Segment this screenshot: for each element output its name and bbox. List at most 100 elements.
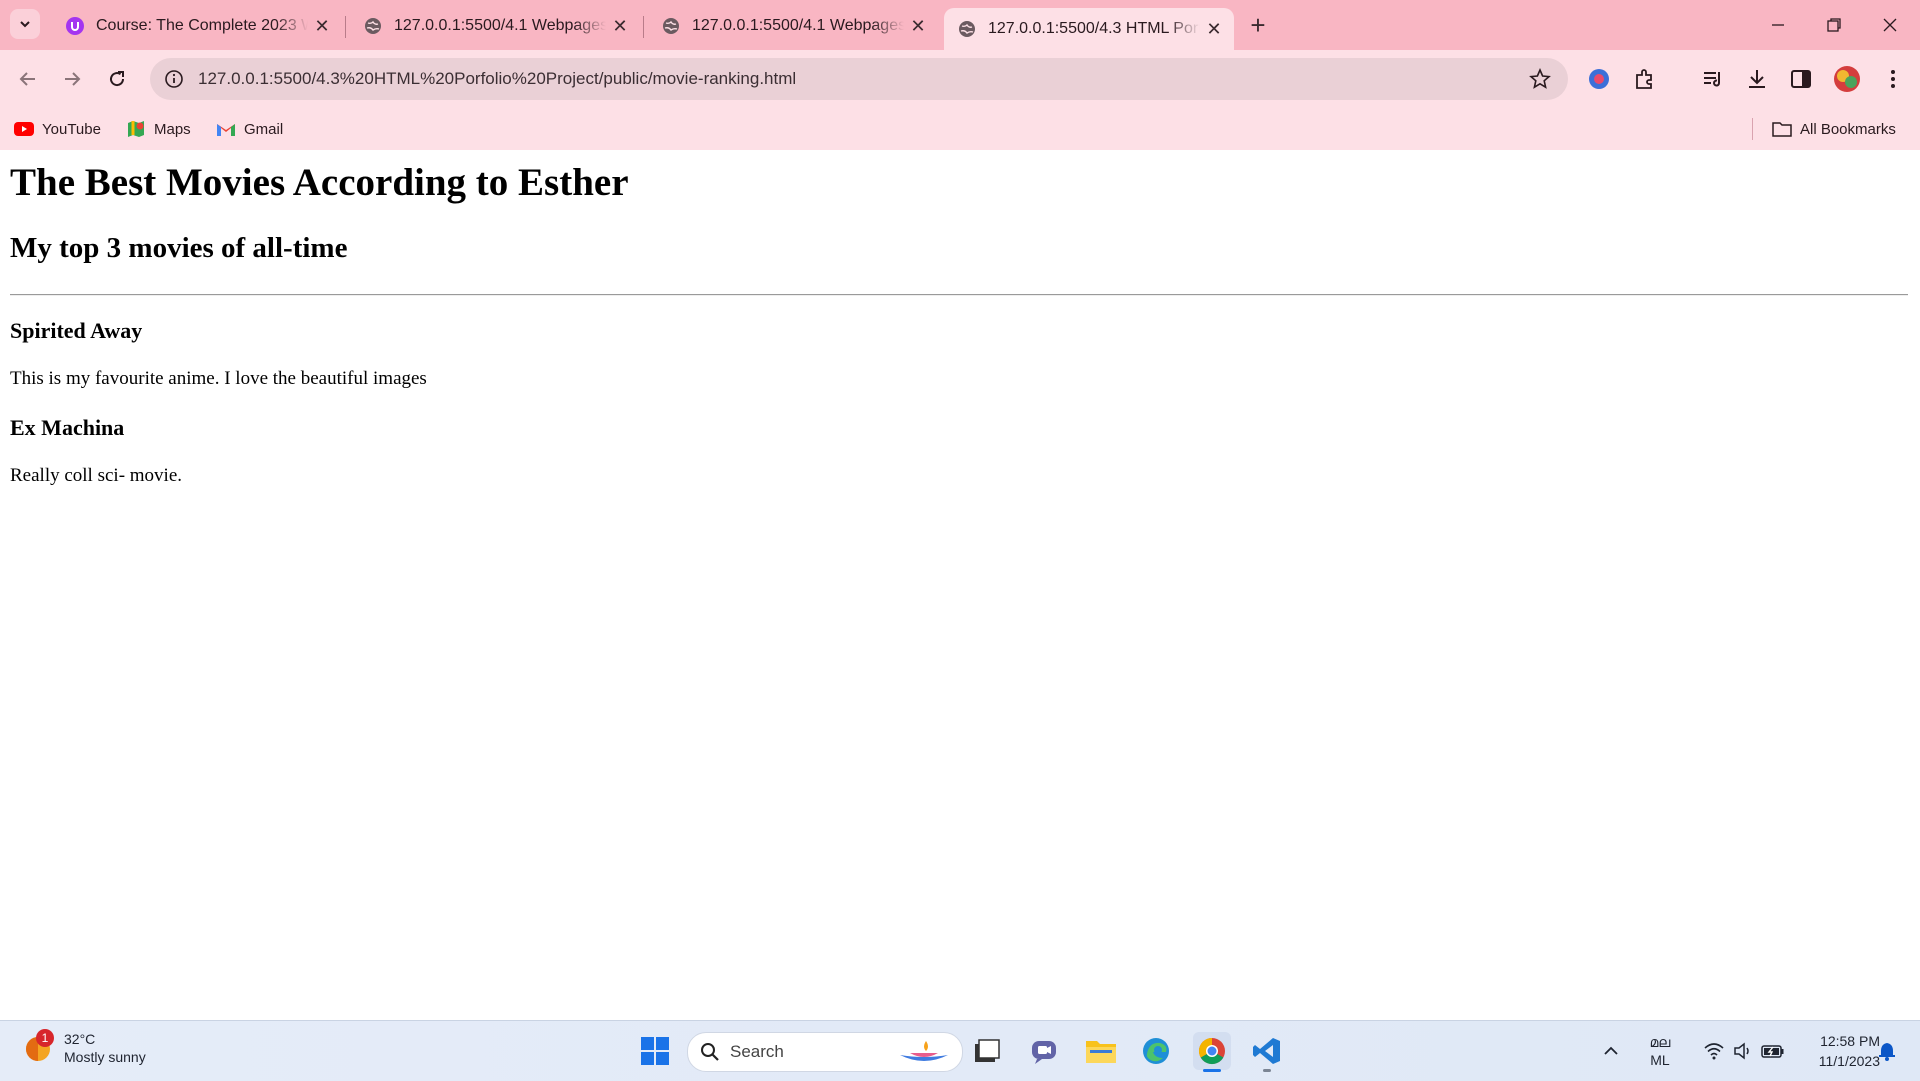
notifications-button[interactable] bbox=[1872, 1021, 1902, 1081]
chevron-down-icon bbox=[20, 21, 30, 28]
address-bar[interactable] bbox=[150, 58, 1568, 100]
tab-title: Course: The Complete 2023 Web Developmen… bbox=[96, 17, 308, 34]
gmail-icon bbox=[216, 119, 236, 139]
browser-toolbar bbox=[0, 50, 1920, 108]
tab-title: 127.0.0.1:5500/4.1 Webpages/p bbox=[692, 17, 904, 34]
close-tab-icon[interactable]: ✕ bbox=[606, 12, 634, 40]
bookmark-maps[interactable]: Maps bbox=[126, 116, 191, 142]
side-panel-icon[interactable] bbox=[1786, 64, 1816, 94]
bookmark-label: Maps bbox=[154, 120, 191, 138]
restore-icon bbox=[1827, 18, 1841, 32]
forward-button[interactable] bbox=[56, 63, 88, 95]
weather-widget[interactable]: 1 32°C Mostly sunny bbox=[22, 1029, 146, 1066]
bookmark-label: YouTube bbox=[42, 120, 101, 138]
chevron-up-icon bbox=[1604, 1046, 1618, 1055]
vscode-button[interactable] bbox=[1248, 1032, 1286, 1072]
back-button[interactable] bbox=[12, 63, 44, 95]
taskbar-search[interactable]: Search bbox=[687, 1032, 963, 1072]
search-icon bbox=[701, 1043, 719, 1061]
extensions-puzzle-icon[interactable] bbox=[1630, 64, 1660, 94]
tab-udemy-course[interactable]: Course: The Complete 2023 Web Developmen… bbox=[52, 6, 342, 46]
minimize-button[interactable] bbox=[1750, 0, 1806, 50]
start-button[interactable] bbox=[636, 1032, 674, 1070]
close-tab-icon[interactable]: ✕ bbox=[308, 12, 336, 40]
input-language-indicator[interactable]: മല ML bbox=[1638, 1021, 1682, 1081]
downloads-icon[interactable] bbox=[1742, 64, 1772, 94]
globe-icon bbox=[362, 15, 384, 37]
clock-time: 12:58 PM bbox=[1820, 1033, 1880, 1049]
maps-icon bbox=[126, 119, 146, 139]
movie-title: Spirited Away bbox=[10, 318, 143, 343]
task-view-button[interactable] bbox=[968, 1032, 1006, 1070]
edge-browser-button[interactable] bbox=[1137, 1032, 1175, 1070]
webpage-content: The Best Movies According to Esther My t… bbox=[0, 150, 1920, 1020]
divider bbox=[10, 294, 1908, 296]
all-bookmarks-label: All Bookmarks bbox=[1800, 120, 1896, 138]
weather-temperature: 32°C bbox=[64, 1031, 96, 1047]
bookmarks-divider bbox=[1752, 118, 1753, 140]
edge-icon bbox=[1143, 1038, 1169, 1064]
tab-search-button[interactable] bbox=[10, 9, 40, 39]
arrow-left-icon bbox=[19, 72, 35, 86]
sun-icon: 1 bbox=[22, 1029, 56, 1065]
profile-avatar[interactable] bbox=[1832, 64, 1862, 94]
language-script: മല bbox=[1649, 1034, 1671, 1050]
clock[interactable]: 12:58 PM 11/1/2023 bbox=[1790, 1031, 1880, 1071]
windows-icon bbox=[641, 1037, 669, 1065]
tab-strip: Course: The Complete 2023 Web Developmen… bbox=[0, 0, 1920, 50]
media-control-icon[interactable] bbox=[1698, 64, 1728, 94]
task-view-icon bbox=[975, 1039, 1000, 1062]
bookmark-star-icon[interactable] bbox=[1524, 63, 1556, 95]
tab-webpages-s[interactable]: 127.0.0.1:5500/4.1 Webpages/s ✕ bbox=[350, 6, 640, 46]
tab-separator bbox=[643, 16, 644, 38]
tab-movie-ranking[interactable]: 127.0.0.1:5500/4.3 HTML Portfolio Projec… bbox=[944, 8, 1234, 50]
teams-chat-icon bbox=[1032, 1041, 1056, 1064]
arrow-right-icon bbox=[65, 72, 81, 86]
file-explorer-button[interactable] bbox=[1082, 1032, 1120, 1070]
page-subtitle: My top 3 movies of all-time bbox=[10, 232, 348, 264]
windows-taskbar: 1 32°C Mostly sunny Search മല ML 12:58 P… bbox=[0, 1020, 1920, 1081]
reload-button[interactable] bbox=[101, 63, 133, 95]
tab-title: 127.0.0.1:5500/4.1 Webpages/s bbox=[394, 17, 606, 34]
weather-condition: Mostly sunny bbox=[64, 1049, 146, 1065]
bookmark-youtube[interactable]: YouTube bbox=[14, 116, 101, 142]
menu-kebab-icon[interactable] bbox=[1878, 64, 1908, 94]
reload-icon bbox=[110, 71, 125, 87]
movie-description: This is my favourite anime. I love the b… bbox=[10, 368, 427, 389]
folder-icon bbox=[1772, 119, 1792, 139]
movie-description: Really coll sci- movie. bbox=[10, 465, 183, 486]
system-status-group[interactable] bbox=[1694, 1021, 1794, 1081]
tab-title: 127.0.0.1:5500/4.3 HTML Portfolio Projec… bbox=[988, 20, 1200, 37]
teams-chat-button[interactable] bbox=[1025, 1032, 1063, 1070]
folder-icon bbox=[1086, 1041, 1116, 1063]
tab-separator bbox=[345, 16, 346, 38]
page-title: The Best Movies According to Esther bbox=[10, 161, 629, 204]
diwali-lamp-icon bbox=[900, 1041, 948, 1061]
vscode-icon bbox=[1253, 1038, 1280, 1064]
url-input[interactable] bbox=[196, 68, 1524, 90]
close-tab-icon[interactable]: ✕ bbox=[904, 12, 932, 40]
search-placeholder: Search bbox=[730, 1042, 784, 1061]
new-tab-button[interactable]: + bbox=[1242, 10, 1274, 42]
chrome-browser-button[interactable] bbox=[1193, 1032, 1231, 1072]
bookmarks-bar: YouTube Maps Gmail All Bookmarks bbox=[0, 108, 1920, 150]
close-tab-icon[interactable]: ✕ bbox=[1200, 15, 1228, 43]
bell-icon bbox=[1879, 1043, 1895, 1061]
close-icon bbox=[1883, 18, 1897, 32]
bookmark-label: Gmail bbox=[244, 120, 284, 138]
youtube-icon bbox=[14, 119, 34, 139]
chrome-icon bbox=[1198, 1037, 1225, 1065]
close-window-button[interactable] bbox=[1862, 0, 1918, 50]
restore-button[interactable] bbox=[1806, 0, 1862, 50]
wifi-icon bbox=[1704, 1043, 1724, 1060]
all-bookmarks-button[interactable]: All Bookmarks bbox=[1772, 116, 1896, 142]
tab-webpages-p[interactable]: 127.0.0.1:5500/4.1 Webpages/p ✕ bbox=[648, 6, 938, 46]
site-info-icon[interactable] bbox=[162, 67, 186, 91]
movie-title: Ex Machina bbox=[10, 415, 125, 440]
speaker-icon bbox=[1734, 1042, 1749, 1060]
extension-circle-icon[interactable] bbox=[1584, 64, 1614, 94]
weather-badge: 1 bbox=[36, 1029, 54, 1047]
show-hidden-icons-button[interactable] bbox=[1596, 1021, 1626, 1081]
language-code: ML bbox=[1650, 1052, 1670, 1068]
bookmark-gmail[interactable]: Gmail bbox=[216, 116, 283, 142]
